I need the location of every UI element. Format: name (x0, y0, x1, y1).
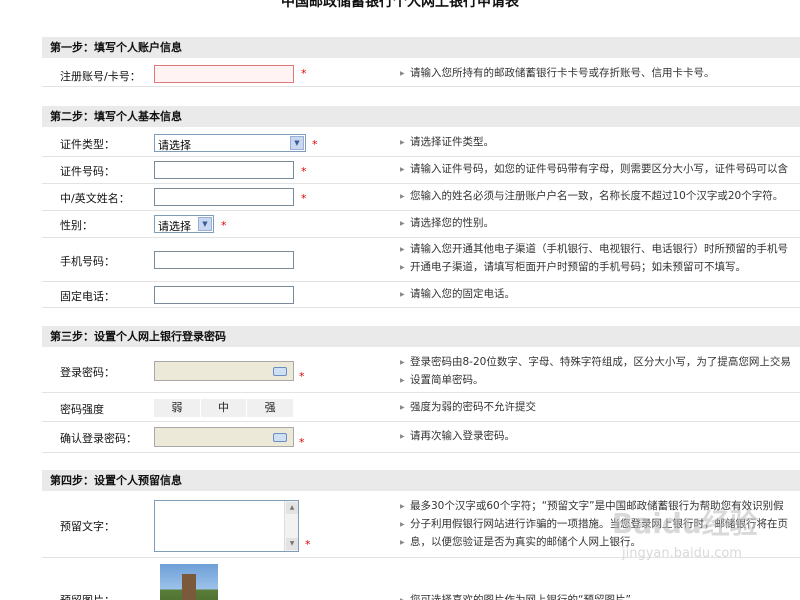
password-label: 登录密码： (60, 366, 115, 379)
strength-strong: 强 (247, 399, 295, 417)
page-title: 中国邮政储蓄银行个人网上银行申请表 (281, 0, 519, 10)
password-strength-meter: 弱 中 强 (154, 399, 295, 417)
account-input[interactable] (154, 65, 294, 83)
required-mark: * (301, 165, 307, 178)
mobile-label: 手机号码： (60, 255, 115, 268)
scrollbar[interactable]: ▲ ▼ (284, 501, 298, 551)
keyboard-icon[interactable] (273, 433, 287, 442)
watermark-url: jingyan.baidu.com (622, 546, 742, 561)
strength-hint: 强度为弱的密码不允许提交 (400, 399, 800, 416)
chevron-down-icon[interactable]: ▼ (198, 217, 212, 231)
strength-label: 密码强度 (60, 403, 104, 416)
reserved-image-thumbnail[interactable] (160, 564, 218, 600)
phone-hint: 请输入您的固定电话。 (400, 286, 800, 303)
row-id-type: 证件类型： 请选择 ▼ * 请选择证件类型。 (42, 130, 800, 157)
section-header-step2: 第二步：填写个人基本信息 (42, 106, 800, 127)
name-label: 中/英文姓名： (60, 192, 130, 205)
required-mark: * (299, 436, 305, 449)
confirm-label: 确认登录密码： (60, 432, 137, 445)
required-mark: * (312, 138, 318, 151)
required-mark: * (299, 370, 305, 383)
strength-weak: 弱 (154, 399, 201, 417)
required-mark: * (301, 67, 307, 80)
scroll-down-icon[interactable]: ▼ (286, 538, 298, 550)
section-header-step3: 第三步：设置个人网上银行登录密码 (42, 326, 800, 347)
gender-select[interactable]: 请选择 ▼ (154, 215, 214, 233)
name-input[interactable] (154, 188, 294, 206)
section-header-step1: 第一步：填写个人账户信息 (42, 37, 800, 58)
photo-building (182, 574, 196, 600)
row-strength: 密码强度 弱 中 强 强度为弱的密码不允许提交 (42, 393, 800, 422)
strength-medium: 中 (200, 399, 248, 417)
password-input[interactable] (154, 361, 294, 381)
phone-label: 固定电话： (60, 290, 115, 303)
password-hint-1: 登录密码由8-20位数字、字母、特殊字符组成，区分大小写，为了提高您网上交易 (400, 354, 800, 371)
chevron-down-icon[interactable]: ▼ (290, 136, 304, 150)
password-hint-2: 设置简单密码。 (400, 372, 800, 389)
row-confirm: 确认登录密码： * 请再次输入登录密码。 (42, 422, 800, 453)
row-id-number: 证件号码： * 请输入证件号码，如您的证件号码带有字母，则需要区分大小写，证件号… (42, 157, 800, 184)
row-account: 注册账号/卡号： * 请输入您所持有的邮政储蓄银行卡卡号或存折账号、信用卡卡号。 (42, 61, 800, 87)
row-password: 登录密码： * 登录密码由8-20位数字、字母、特殊字符组成，区分大小写，为了提… (42, 350, 800, 393)
mobile-input[interactable] (154, 251, 294, 269)
row-gender: 性别： 请选择 ▼ * 请选择您的性别。 (42, 211, 800, 238)
watermark: Baidu经验 jingyan.baidu.com (612, 502, 792, 572)
required-mark: * (305, 538, 311, 551)
reserved-image-hint: 您可选择喜欢的图片作为网上银行的“预留图片” (400, 592, 800, 600)
id-type-hint: 请选择证件类型。 (400, 134, 800, 151)
mobile-hint-2: 开通电子渠道，请填写柜面开户时预留的手机号码；如未预留可不填写。 (400, 259, 800, 276)
required-mark: * (301, 192, 307, 205)
id-number-hint: 请输入证件号码，如您的证件号码带有字母，则需要区分大小写，证件号码可以含 (400, 161, 800, 178)
mobile-hint-1: 请输入您开通其他电子渠道（手机银行、电视银行、电话银行）时所预留的手机号 (400, 241, 800, 258)
gender-selected: 请选择 (158, 220, 191, 233)
reserved-text-input[interactable]: ▲ ▼ (154, 500, 299, 552)
id-type-select[interactable]: 请选择 ▼ (154, 134, 306, 152)
phone-input[interactable] (154, 286, 294, 304)
reserved-text-label: 预留文字： (60, 520, 115, 533)
section-header-step4: 第四步：设置个人预留信息 (42, 470, 800, 491)
account-hint: 请输入您所持有的邮政储蓄银行卡卡号或存折账号、信用卡卡号。 (400, 65, 800, 82)
id-type-selected: 请选择 (158, 139, 191, 152)
account-label: 注册账号/卡号： (60, 70, 141, 83)
watermark-brand: Baidu经验 (612, 507, 758, 540)
confirm-password-input[interactable] (154, 427, 294, 447)
id-type-label: 证件类型： (60, 138, 115, 151)
gender-hint: 请选择您的性别。 (400, 215, 800, 232)
required-mark: * (221, 219, 227, 232)
scroll-up-icon[interactable]: ▲ (286, 502, 298, 514)
gender-label: 性别： (60, 219, 93, 232)
row-mobile: 手机号码： 请输入您开通其他电子渠道（手机银行、电视银行、电话银行）时所预留的手… (42, 238, 800, 282)
row-phone: 固定电话： 请输入您的固定电话。 (42, 282, 800, 308)
reserved-image-label: 预留图片： (60, 592, 115, 600)
id-number-input[interactable] (154, 161, 294, 179)
id-number-label: 证件号码： (60, 165, 115, 178)
row-name: 中/英文姓名： * 您输入的姓名必须与注册账户户名一致，名称长度不超过10个汉字… (42, 184, 800, 211)
name-hint: 您输入的姓名必须与注册账户户名一致，名称长度不超过10个汉字或20个字符。 (400, 188, 800, 205)
confirm-hint: 请再次输入登录密码。 (400, 428, 800, 445)
keyboard-icon[interactable] (273, 367, 287, 376)
